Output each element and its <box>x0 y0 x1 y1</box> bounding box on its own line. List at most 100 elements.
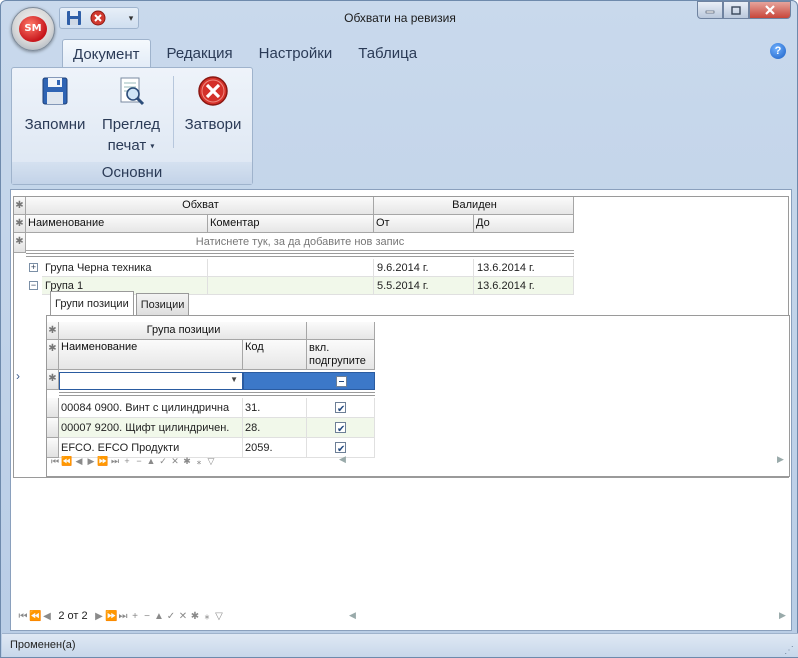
minimize-button[interactable] <box>697 1 723 19</box>
column-header-to[interactable]: До <box>474 215 574 233</box>
ribbon-group-label: Основни <box>12 162 252 184</box>
include-header-line2: подгрупите <box>309 355 366 367</box>
scroll-right-icon[interactable]: ▶ <box>779 610 786 621</box>
title-bar: SM ▾ Обхвати на ревизия <box>1 1 797 51</box>
append-icon[interactable]: + <box>121 456 133 466</box>
prev-page-icon[interactable]: ⏪ <box>61 456 73 467</box>
ribbon-separator <box>173 76 174 148</box>
new-row-indicator: ✱ <box>14 233 26 253</box>
maximize-button[interactable] <box>723 1 749 19</box>
tab-edit[interactable]: Редакция <box>157 39 243 67</box>
band-empty-header <box>307 322 375 340</box>
delete-icon[interactable]: − <box>133 456 145 466</box>
append-icon[interactable]: + <box>129 611 141 622</box>
collapse-icon[interactable]: − <box>29 281 38 290</box>
chevron-down-icon: ▾ <box>150 141 155 151</box>
next-page-icon[interactable]: ⏩ <box>105 611 117 622</box>
row-indicator: ✱ <box>14 197 26 215</box>
save-button-label: Запомни <box>24 116 86 133</box>
include-checkbox[interactable]: ✔ <box>335 422 346 435</box>
close-circle-icon <box>196 74 230 108</box>
cell-include: ✔ <box>307 418 375 438</box>
tab-table[interactable]: Таблица <box>348 39 427 67</box>
column-header-name[interactable]: Наименование <box>59 340 243 370</box>
chevron-down-icon: ▼ <box>230 375 238 384</box>
tab-settings[interactable]: Настройки <box>249 39 343 67</box>
next-record-icon[interactable]: ▶ <box>93 611 105 622</box>
application-menu-button[interactable]: SM <box>11 7 55 51</box>
edit-icon[interactable]: ▲ <box>153 611 165 622</box>
column-header-from[interactable]: От <box>374 215 474 233</box>
app-logo: SM <box>19 16 47 42</box>
ribbon: Документ Редакция Настройки Таблица ? За… <box>8 39 792 187</box>
include-checkbox[interactable]: ✔ <box>335 442 346 455</box>
resize-grip-icon[interactable]: ⋰ <box>784 640 794 658</box>
ribbon-tabs: Документ Редакция Настройки Таблица <box>62 39 433 67</box>
expand-icon[interactable]: + <box>29 263 38 272</box>
edit-icon[interactable]: ▲ <box>145 456 157 466</box>
band-scope-header: Обхват <box>26 197 374 215</box>
filter-icon[interactable]: ▽ <box>213 611 225 622</box>
print-preview-button[interactable]: Преглед печат ▾ <box>98 74 164 154</box>
detail-view: Групи позиции Позиции ✱ Група позиции ✱ … <box>40 291 790 477</box>
next-record-icon[interactable]: ▶ <box>85 456 97 467</box>
cancel-edit-icon[interactable]: ✕ <box>177 611 189 622</box>
main-navigator: ⏮ ⏪ ◀ 2 от 2 ▶ ⏩ ⏭ + − ▲ ✓ ✕ ✱ ⁎ ▽ <box>17 608 225 624</box>
table-row[interactable]: 00007 9200. Щифт цилиндричен. 28. ✔ <box>59 418 375 438</box>
last-record-icon[interactable]: ⏭ <box>109 456 121 467</box>
include-header-line1: вкл. <box>309 342 330 354</box>
band-valid-header: Валиден <box>374 197 574 215</box>
table-row[interactable]: + Група Черна техника 9.6.2014 г. 13.6.2… <box>26 259 574 277</box>
cell-from: 9.6.2014 г. <box>374 259 474 277</box>
table-row[interactable]: 00084 0900. Винт с цилиндрична 31. ✔ <box>59 398 375 418</box>
close-document-button[interactable]: Затвори <box>182 74 244 133</box>
application-window: SM ▾ Обхвати на ревизия Документ Редакци… <box>0 0 798 658</box>
new-row-name-combobox[interactable]: ▼ <box>59 372 243 390</box>
end-edit-icon[interactable]: ✓ <box>165 611 177 622</box>
cell-code: 2059. <box>243 438 307 458</box>
cell-code: 28. <box>243 418 307 438</box>
help-icon[interactable]: ? <box>770 43 786 59</box>
cell-name: 00007 9200. Щифт цилиндричен. <box>59 418 243 438</box>
cancel-edit-icon[interactable]: ✕ <box>169 456 181 467</box>
content-area: ✱ Обхват Валиден ✱ Наименование Коментар… <box>10 189 792 631</box>
goto-bookmark-icon[interactable]: ⁎ <box>193 456 205 467</box>
prev-record-icon[interactable]: ◀ <box>73 456 85 467</box>
new-row-selected-cell[interactable] <box>243 372 375 390</box>
first-record-icon[interactable]: ⏮ <box>49 456 61 467</box>
tab-item-groups[interactable]: Групи позиции <box>50 291 134 315</box>
detail-panel: ✱ Група позиции ✱ Наименование Код вкл. … <box>46 315 790 477</box>
scroll-right-icon[interactable]: ▶ <box>777 454 784 465</box>
end-edit-icon[interactable]: ✓ <box>157 456 169 467</box>
detail-navigator: ⏮ ⏪ ◀ ▶ ⏩ ⏭ + − ▲ ✓ ✕ ✱ ⁎ ▽ <box>49 454 217 468</box>
last-record-icon[interactable]: ⏭ <box>117 611 129 622</box>
column-header-code[interactable]: Код <box>243 340 307 370</box>
tab-document[interactable]: Документ <box>62 39 151 67</box>
save-button[interactable]: Запомни <box>22 74 88 133</box>
new-record-row[interactable]: Натиснете тук, за да добавите нов запис <box>26 233 574 251</box>
print-preview-label-line2: печат ▾ <box>107 137 155 154</box>
scroll-left-icon[interactable]: ◀ <box>349 610 356 621</box>
delete-icon[interactable]: − <box>141 611 153 622</box>
row-indicator: ✱ <box>47 340 59 370</box>
tab-items[interactable]: Позиции <box>135 293 190 315</box>
bookmark-icon[interactable]: ✱ <box>181 456 193 467</box>
ribbon-group-main: Запомни Преглед печат ▾ Затвори Основни <box>11 67 253 185</box>
window-close-button[interactable] <box>749 1 791 19</box>
filter-icon[interactable]: ▽ <box>205 456 217 467</box>
grid-separator <box>26 253 574 257</box>
column-header-name[interactable]: Наименование <box>26 215 208 233</box>
column-header-include-subgroups[interactable]: вкл. подгрупите <box>307 340 375 370</box>
scroll-left-icon[interactable]: ◀ <box>339 454 346 465</box>
bookmark-icon[interactable]: ✱ <box>189 611 201 622</box>
include-checkbox[interactable] <box>336 376 347 387</box>
prev-page-icon[interactable]: ⏪ <box>29 611 41 622</box>
indeterminate-mark <box>339 381 344 382</box>
goto-bookmark-icon[interactable]: ⁎ <box>201 611 213 622</box>
first-record-icon[interactable]: ⏮ <box>17 611 29 622</box>
prev-record-icon[interactable]: ◀ <box>41 611 53 622</box>
main-grid: ✱ Обхват Валиден ✱ Наименование Коментар… <box>13 196 790 478</box>
column-header-comment[interactable]: Коментар <box>208 215 374 233</box>
include-checkbox[interactable]: ✔ <box>335 402 346 415</box>
next-page-icon[interactable]: ⏩ <box>97 456 109 467</box>
